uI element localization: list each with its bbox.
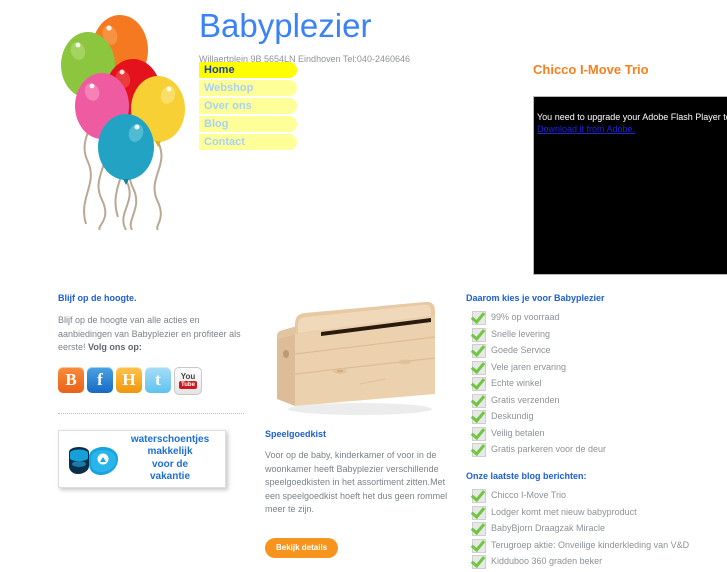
list-item: Gratis verzenden <box>466 393 724 408</box>
check-icon <box>472 377 486 391</box>
water-shoes-image <box>65 440 121 485</box>
facebook-icon[interactable]: f <box>87 366 113 393</box>
banner-ad-text: waterschoentjes makkelijk voor de vakant… <box>120 434 220 484</box>
blog-post-link[interactable]: Chicco I-Move Trio <box>491 490 566 500</box>
list-item-label: Vele jaren ervaring <box>491 361 567 372</box>
list-item-label: Goede Service <box>491 345 551 355</box>
list-item[interactable]: Kidduboo 360 graden beker <box>466 555 724 569</box>
check-icon <box>472 426 486 441</box>
list-item: Vele jaren ervaring <box>466 360 724 375</box>
hyves-icon[interactable]: H <box>116 366 142 393</box>
blog-post-list: Chicco I-Move Trio Lodger komt met nieuw… <box>466 489 724 569</box>
banner-line-2: makkelijk <box>147 446 193 457</box>
youtube-icon-top-text: You <box>180 372 196 381</box>
waterschoentjes-banner-ad[interactable]: waterschoentjes makkelijk voor de vakant… <box>58 429 226 488</box>
check-icon <box>472 311 486 325</box>
reasons-list: 99% op voorraad Snelle levering Goede Se… <box>466 311 724 457</box>
blog-post-link[interactable]: Lodger komt met nieuw babyproduct <box>491 507 637 517</box>
nav-item-contact[interactable]: Contact <box>199 134 297 150</box>
list-item-label: Veilig betalen <box>491 427 545 438</box>
nav-item-over-ons[interactable]: Over ons <box>199 98 297 114</box>
list-item: Deskundig <box>466 410 724 424</box>
left-column: Blijf op de hoogte. Blijf op de hoogte v… <box>58 292 248 488</box>
check-icon <box>472 555 486 569</box>
product-description: Voor op de baby, kinderkamer of voor in … <box>265 450 448 514</box>
check-icon <box>472 360 486 375</box>
section-divider <box>58 412 244 414</box>
nav-item-webshop[interactable]: Webshop <box>199 80 297 96</box>
list-item-label: Deskundig <box>491 411 534 421</box>
check-icon <box>472 489 486 503</box>
check-icon <box>472 443 486 457</box>
list-item: Echte winkel <box>466 377 724 391</box>
newsletter-body-text: Blijf op de hoogte van alle acties en aa… <box>58 315 241 352</box>
flash-player-placeholder: You need to upgrade your Adobe Flash Pla… <box>533 96 727 275</box>
site-header: Babyplezier Willaertplein 9B 5654LN Eind… <box>0 0 727 275</box>
toy-chest-product-image[interactable] <box>265 296 455 418</box>
list-item-label: Snelle levering <box>491 328 551 339</box>
youtube-icon-bottom-text: Tube <box>179 381 197 389</box>
flash-upgrade-message: You need to upgrade your Adobe Flash Pla… <box>537 112 727 122</box>
check-icon <box>472 410 486 424</box>
list-item-label: 99% op voorraad <box>491 312 560 322</box>
blogger-icon[interactable]: B <box>58 366 84 393</box>
check-icon <box>472 538 486 553</box>
reasons-heading: Daarom kies je voor Babyplezier <box>466 293 605 303</box>
newsletter-heading: Blijf op de hoogte. <box>58 293 137 303</box>
social-links: B f H t You Tube <box>58 366 248 395</box>
list-item-label: Gratis verzenden <box>491 394 560 405</box>
blog-post-link[interactable]: Kidduboo 360 graden beker <box>491 556 602 566</box>
twitter-icon[interactable]: t <box>145 366 171 393</box>
balloons-decoration-image <box>58 2 198 230</box>
list-item[interactable]: Lodger komt met nieuw babyproduct <box>466 505 724 520</box>
list-item: Gratis parkeren voor de deur <box>466 443 724 457</box>
list-item: Veilig betalen <box>466 426 724 441</box>
list-item: Snelle levering <box>466 327 724 342</box>
list-item-label: Echte winkel <box>491 378 542 388</box>
main-navigation: Home Webshop Over ons Blog Contact <box>199 62 297 152</box>
product-heading: Speelgoedkist <box>265 429 327 439</box>
nav-item-home[interactable]: Home <box>199 62 297 78</box>
check-icon <box>472 505 486 520</box>
list-item[interactable]: Chicco I-Move Trio <box>466 489 724 503</box>
check-icon <box>472 522 486 536</box>
right-column: Daarom kies je voor Babyplezier 99% op v… <box>466 292 724 572</box>
blog-post-link[interactable]: BabyBjorn Draagzak Miracle <box>491 523 605 533</box>
blog-heading: Onze laatste blog berichten: <box>466 471 587 481</box>
check-icon <box>472 344 486 358</box>
banner-line-1: waterschoentjes <box>130 433 210 445</box>
nav-item-blog[interactable]: Blog <box>199 116 297 132</box>
page-title: Babyplezier <box>199 7 372 44</box>
view-details-button[interactable]: Bekijk details <box>265 537 339 558</box>
banner-line-4: vakantie <box>149 471 191 482</box>
middle-column: Speelgoedkist Voor op de baby, kinderkam… <box>265 296 455 558</box>
list-item: 99% op voorraad <box>466 311 724 325</box>
feature-panel: Chicco I-Move Trio <box>533 62 727 88</box>
youtube-icon[interactable]: You Tube <box>174 366 202 395</box>
list-item: Goede Service <box>466 344 724 358</box>
flash-download-link[interactable]: Download it from Adobe. <box>537 123 635 135</box>
list-item-label: Gratis parkeren voor de deur <box>491 444 607 454</box>
check-icon <box>472 327 486 342</box>
newsletter-body: Blijf op de hoogte van alle acties en aa… <box>58 314 243 355</box>
list-item[interactable]: Terugroep aktie: Onveilige kinderkleding… <box>466 538 724 553</box>
list-item[interactable]: BabyBjorn Draagzak Miracle <box>466 522 724 536</box>
follow-us-label: Volg ons op: <box>88 342 142 352</box>
banner-line-3: voor de <box>151 458 189 470</box>
feature-title: Chicco I-Move Trio <box>533 62 649 77</box>
check-icon <box>472 393 486 408</box>
